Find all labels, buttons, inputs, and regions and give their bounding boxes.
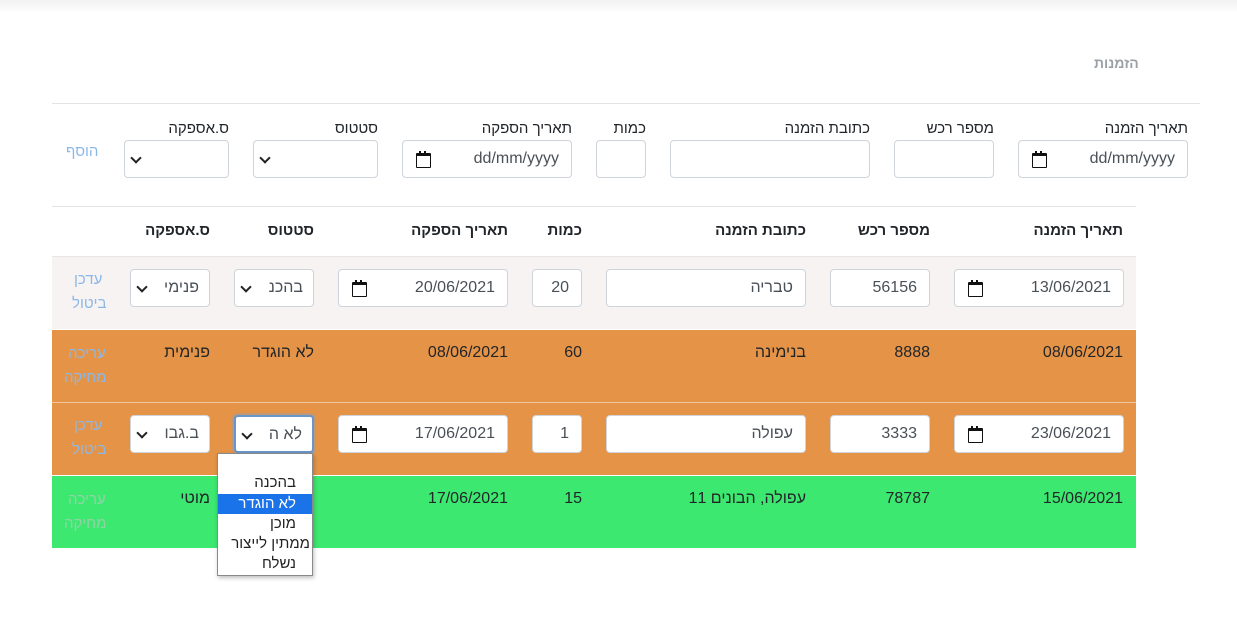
quantity-input[interactable] [596,140,646,178]
row-quantity-value: 1 [560,425,569,442]
header-order-date: תאריך הזמנה [1033,222,1124,239]
row-order-address-value: עפולה [751,425,793,442]
row-status-value: לא ה [268,426,302,443]
row-order-address-input[interactable]: עפולה [606,415,806,453]
row-order-date-value: 13/06/2021 [1030,279,1111,296]
row-supply-date-input[interactable]: 20/06/2021 [338,269,508,307]
cell-quantity: 60 [564,344,582,361]
row-order-date-input[interactable]: 13/06/2021 [954,269,1124,307]
divider [52,103,1200,104]
header-status: סטטוס [267,222,314,239]
order-date-label: תאריך הזמנה [1104,120,1188,137]
order-date-placeholder: dd/mm/yyyy [1089,150,1175,167]
row-order-address-value: טבריה [750,279,793,296]
supply-date-input[interactable]: dd/mm/yyyy [402,140,572,178]
row-quantity-input[interactable]: 1 [532,415,582,453]
cell-order-address: עפולה, הבונים 11 [688,490,806,507]
cell-status: לא הוגדר [252,344,314,361]
status-option[interactable]: בהכנה [218,473,312,493]
edit-button[interactable]: עריכה [68,488,106,512]
top-bar [0,0,1237,14]
quantity-label: כמות [613,120,646,137]
status-option[interactable]: ממתין לייצור [218,534,312,554]
row-supply-date-input[interactable]: 17/06/2021 [338,415,508,453]
row-quantity-input[interactable]: 20 [532,269,582,307]
delete-button[interactable]: מחיקה [64,366,106,390]
row-status-select[interactable]: לא ה [234,415,314,453]
row-vehicle-number-value: 56156 [872,279,918,296]
vehicle-number-label: מספר רכש [926,120,994,137]
supplier-label: ס.אספקה [168,120,229,137]
cell-supplier: מוטי [180,490,210,507]
supply-date-placeholder: dd/mm/yyyy [473,150,559,167]
cell-supplier: פנימית [164,344,210,361]
update-button[interactable]: עדכן [74,268,102,292]
status-dropdown-menu: בהכנה לא הוגדר מוכן ממתין לייצור נשלח [217,453,313,576]
vehicle-number-input[interactable] [894,140,994,178]
divider [52,206,1136,207]
chevron-down-icon [241,428,253,440]
cell-supply-date: 08/06/2021 [427,344,508,361]
status-label: סטטוס [334,120,378,137]
chevron-down-icon [136,427,148,439]
row-vehicle-number-value: 3333 [881,425,917,442]
table-row [52,330,1136,402]
row-status-select[interactable]: בהכנ [234,269,314,307]
status-option-selected[interactable]: לא הוגדר [218,494,312,514]
row-supplier-value: פנימי [164,279,199,296]
row-order-address-input[interactable]: טבריה [606,269,806,307]
edit-button[interactable]: עריכה [68,342,106,366]
row-vehicle-number-input[interactable]: 56156 [830,269,930,307]
row-supply-date-value: 20/06/2021 [414,279,495,296]
calendar-icon[interactable] [968,426,983,443]
header-order-address: כתובת הזמנה [715,222,806,239]
row-vehicle-number-input[interactable]: 3333 [830,415,930,453]
status-option[interactable]: נשלח [218,554,312,574]
calendar-icon[interactable] [352,280,367,297]
order-address-label: כתובת הזמנה [784,120,870,137]
cancel-button[interactable]: ביטול [72,292,107,316]
row-quantity-value: 20 [551,279,569,296]
calendar-icon[interactable] [352,426,367,443]
header-supplier: ס.אספקה [145,222,210,239]
add-button[interactable]: הוסף [66,140,98,164]
cell-order-date: 08/06/2021 [1042,344,1123,361]
order-address-input[interactable] [670,140,870,178]
page-title: הזמנות [1094,55,1139,71]
cell-order-date: 15/06/2021 [1042,490,1123,507]
cell-vehicle-number: 78787 [885,490,931,507]
header-quantity: כמות [547,222,582,239]
chevron-down-icon [130,152,142,164]
row-supply-date-value: 17/06/2021 [414,425,495,442]
calendar-icon[interactable] [416,151,431,168]
supplier-select[interactable] [124,140,229,178]
header-vehicle-number: מספר רכש [857,222,930,239]
row-status-value: בהכנ [268,279,303,296]
cell-order-address: בנימינה [754,344,806,361]
cell-vehicle-number: 8888 [894,344,930,361]
cell-quantity: 15 [564,490,582,507]
status-option[interactable]: מוכן [218,514,312,534]
order-date-input[interactable]: dd/mm/yyyy [1018,140,1188,178]
supply-date-label: תאריך הספקה [481,120,572,137]
table-row [52,476,1136,548]
cancel-button[interactable]: ביטול [72,438,107,462]
update-button[interactable]: עדכן [74,414,102,438]
cell-supply-date: 17/06/2021 [427,490,508,507]
header-supply-date: תאריך הספקה [411,222,508,239]
chevron-down-icon [240,281,252,293]
chevron-down-icon [136,281,148,293]
delete-button[interactable]: מחיקה [64,512,106,536]
row-supplier-value: ב.גבו [164,425,199,442]
calendar-icon[interactable] [968,280,983,297]
calendar-icon[interactable] [1032,151,1047,168]
status-select[interactable] [253,140,378,178]
row-supplier-select[interactable]: ב.גבו [130,415,210,453]
row-order-date-input[interactable]: 23/06/2021 [954,415,1124,453]
chevron-down-icon [259,152,271,164]
row-supplier-select[interactable]: פנימי [130,269,210,307]
row-order-date-value: 23/06/2021 [1030,425,1111,442]
